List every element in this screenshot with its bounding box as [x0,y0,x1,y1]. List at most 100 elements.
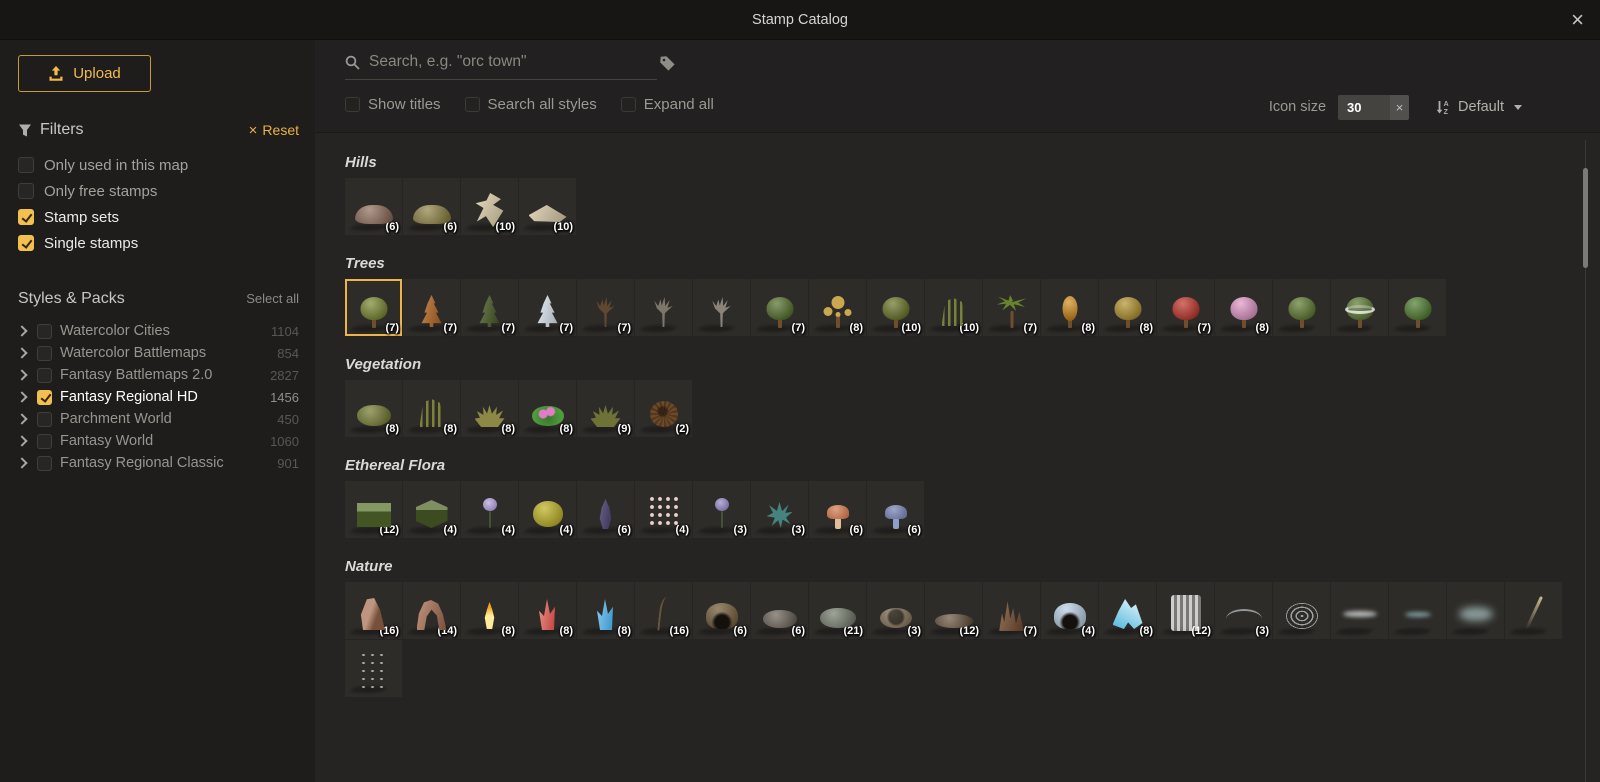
scrollbar-thumb[interactable] [1583,168,1588,268]
stamp-tile[interactable]: (6) [751,582,808,639]
stamp-tile[interactable] [1331,582,1388,639]
stamp-tile[interactable] [693,279,750,336]
stamp-tile[interactable]: (4) [461,481,518,538]
stamp-tile[interactable]: (16) [345,582,402,639]
stamp-tile[interactable]: (8) [461,380,518,437]
stamp-tile[interactable]: (4) [519,481,576,538]
stamp-tile[interactable] [1389,279,1446,336]
style-pack-row[interactable]: Fantasy Regional Classic 901 [18,452,299,474]
stamp-tile[interactable]: (8) [519,582,576,639]
clear-icon-size-button[interactable]: × [1390,95,1409,120]
filter-checkbox-row[interactable]: Single stamps [18,230,299,256]
icon-size-input[interactable] [1338,95,1390,120]
stamp-tile[interactable]: (8) [461,582,518,639]
select-all-button[interactable]: Select all [246,291,299,306]
stamp-tile[interactable]: (3) [1215,582,1272,639]
expand-chevron-icon[interactable] [16,457,27,468]
stamp-tile[interactable]: (8) [1099,582,1156,639]
stamp-tile[interactable]: (10) [867,279,924,336]
reset-filters-button[interactable]: × Reset [249,122,299,138]
sort-dropdown[interactable]: A Z Default [1435,99,1522,115]
expand-chevron-icon[interactable] [16,369,27,380]
checkbox[interactable] [18,157,34,173]
checkbox[interactable] [18,235,34,251]
checkbox[interactable] [37,324,52,339]
stamp-tile[interactable]: (7) [461,279,518,336]
stamp-tile[interactable]: (4) [1041,582,1098,639]
checkbox[interactable] [37,346,52,361]
stamp-tile[interactable]: (6) [345,178,402,235]
stamp-tile[interactable]: (10) [519,178,576,235]
expand-chevron-icon[interactable] [16,391,27,402]
stamp-tile[interactable]: (8) [1099,279,1156,336]
stamp-tile[interactable] [1447,582,1504,639]
stamp-tile[interactable] [1505,582,1562,639]
stamp-tile[interactable]: (8) [809,279,866,336]
checkbox[interactable] [18,183,34,199]
stamp-tile[interactable]: (6) [867,481,924,538]
expand-chevron-icon[interactable] [16,413,27,424]
stamp-tile[interactable]: (12) [345,481,402,538]
stamp-tile[interactable]: (16) [635,582,692,639]
toolbar-option[interactable]: Expand all [621,96,714,113]
stamp-tile[interactable]: (10) [925,279,982,336]
stamp-tile[interactable]: (8) [403,380,460,437]
stamp-tile[interactable]: (21) [809,582,866,639]
checkbox[interactable] [465,97,480,112]
stamp-tile[interactable]: (7) [1157,279,1214,336]
stamp-tile[interactable]: (4) [635,481,692,538]
checkbox[interactable] [37,456,52,471]
stamp-tile[interactable]: (8) [577,582,634,639]
style-pack-row[interactable]: Watercolor Cities 1104 [18,320,299,342]
stamp-tile[interactable]: (8) [1215,279,1272,336]
stamp-tile[interactable] [1389,582,1446,639]
stamp-tile[interactable]: (12) [1157,582,1214,639]
checkbox[interactable] [37,368,52,383]
stamp-tile[interactable]: (7) [403,279,460,336]
stamp-tile[interactable]: (12) [925,582,982,639]
checkbox[interactable] [37,434,52,449]
stamp-tile[interactable]: (10) [461,178,518,235]
expand-chevron-icon[interactable] [16,435,27,446]
stamp-tile[interactable]: (3) [693,481,750,538]
stamp-tile[interactable]: (9) [577,380,634,437]
style-pack-row[interactable]: Fantasy Battlemaps 2.0 2827 [18,364,299,386]
stamp-tile[interactable]: (6) [809,481,866,538]
checkbox[interactable] [18,209,34,225]
search-field[interactable] [345,53,657,80]
tag-filter-button[interactable] [659,55,676,77]
stamp-tile[interactable]: (7) [983,279,1040,336]
stamp-tile[interactable]: (7) [345,279,402,336]
style-pack-row[interactable]: Fantasy Regional HD 1456 [18,386,299,408]
stamp-tile[interactable]: (3) [867,582,924,639]
checkbox[interactable] [345,97,360,112]
toolbar-option[interactable]: Search all styles [465,96,597,113]
close-icon[interactable]: × [1571,9,1584,31]
style-pack-row[interactable]: Parchment World 450 [18,408,299,430]
stamp-tile[interactable]: (3) [751,481,808,538]
stamp-tile[interactable]: (6) [693,582,750,639]
stamp-tile[interactable] [1273,582,1330,639]
stamp-tile[interactable] [345,640,402,697]
upload-button[interactable]: Upload [18,55,151,92]
stamp-tile[interactable]: (8) [519,380,576,437]
expand-chevron-icon[interactable] [16,325,27,336]
stamp-tile[interactable] [1273,279,1330,336]
checkbox[interactable] [621,97,636,112]
filter-checkbox-row[interactable]: Only used in this map [18,152,299,178]
stamp-tile[interactable] [1331,279,1388,336]
stamp-tile[interactable]: (7) [983,582,1040,639]
stamp-tile[interactable]: (7) [751,279,808,336]
filter-checkbox-row[interactable]: Only free stamps [18,178,299,204]
filter-checkbox-row[interactable]: Stamp sets [18,204,299,230]
expand-chevron-icon[interactable] [16,347,27,358]
checkbox[interactable] [37,412,52,427]
search-input[interactable] [369,53,657,71]
toolbar-option[interactable]: Show titles [345,96,441,113]
stamp-tile[interactable]: (7) [577,279,634,336]
stamp-tile[interactable]: (6) [403,178,460,235]
stamp-tile[interactable]: (8) [1041,279,1098,336]
stamp-tile[interactable]: (4) [403,481,460,538]
stamp-tile[interactable]: (8) [345,380,402,437]
stamp-tile[interactable]: (2) [635,380,692,437]
